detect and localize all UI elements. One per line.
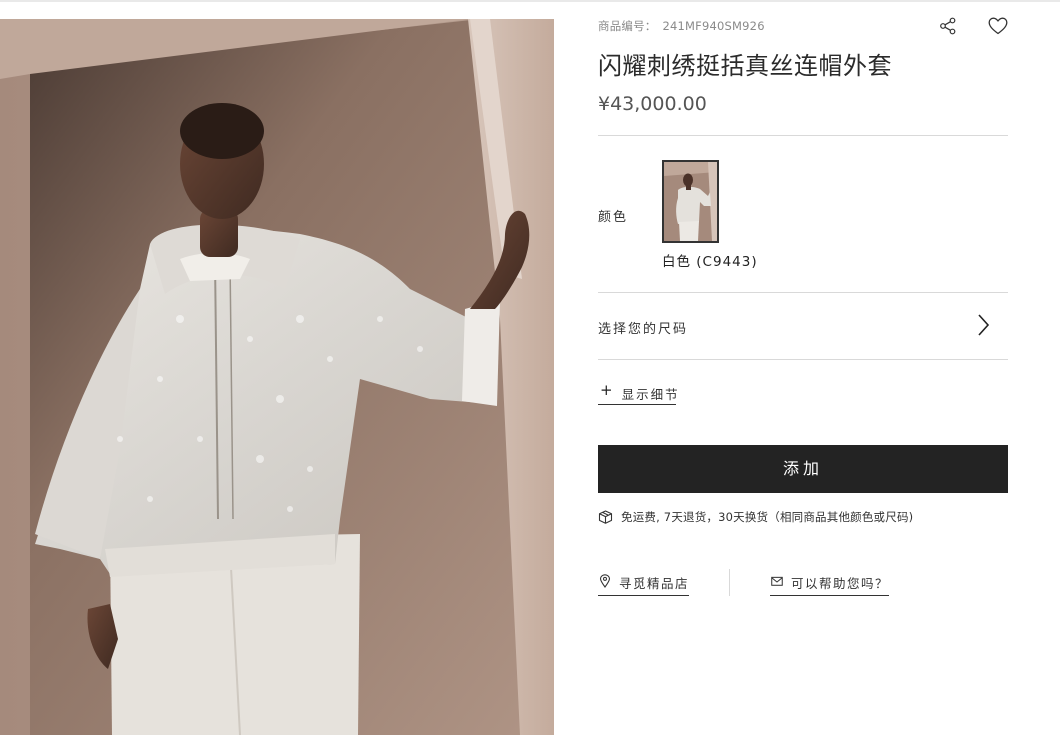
mail-icon (771, 576, 783, 586)
product-title: 闪耀刺绣挺括真丝连帽外套 (598, 52, 892, 80)
box-icon (598, 510, 613, 524)
chevron-right-icon (978, 314, 990, 336)
find-store-link[interactable]: 寻觅精品店 (598, 572, 689, 596)
wishlist-button[interactable] (986, 14, 1010, 38)
sku-value: 241MF940SM926 (662, 19, 765, 33)
share-icon (940, 17, 956, 35)
help-label: 可以帮助您吗？ (790, 576, 889, 591)
sku-label: 商品编号： (598, 19, 657, 33)
vertical-separator (729, 569, 730, 596)
plus-icon: + (600, 381, 613, 399)
divider (598, 135, 1008, 136)
size-selector[interactable]: 选择您的尺码 (598, 293, 1008, 359)
sku-line: 商品编号： 241MF940SM926 (598, 18, 765, 34)
color-label: 颜色 (598, 210, 629, 225)
selected-color-name: 白色 (C9443) (662, 254, 758, 270)
show-details-label: 显示细节 (621, 387, 680, 402)
divider (598, 359, 1008, 360)
shipping-text: 免运费, 7天退货，30天换货（相同商品其他颜色或尺码) (621, 510, 914, 524)
product-price: ¥43,000.00 (598, 93, 707, 115)
help-link[interactable]: 可以帮助您吗？ (770, 572, 889, 596)
product-image[interactable] (0, 19, 554, 735)
add-to-cart-button[interactable]: 添加 (598, 445, 1008, 493)
share-button[interactable] (936, 14, 960, 38)
size-label: 选择您的尺码 (598, 322, 689, 337)
find-store-label: 寻觅精品店 (618, 576, 689, 591)
color-swatch-white[interactable] (662, 160, 719, 243)
product-info-panel: 商品编号： 241MF940SM926 闪耀刺绣挺括真丝连帽外套 ¥43,000.… (598, 0, 1008, 737)
heart-icon (988, 17, 1008, 35)
shipping-info: 免运费, 7天退货，30天换货（相同商品其他颜色或尺码) (598, 509, 913, 525)
location-pin-icon (599, 574, 611, 588)
show-details-toggle[interactable]: + 显示细节 (598, 380, 678, 405)
